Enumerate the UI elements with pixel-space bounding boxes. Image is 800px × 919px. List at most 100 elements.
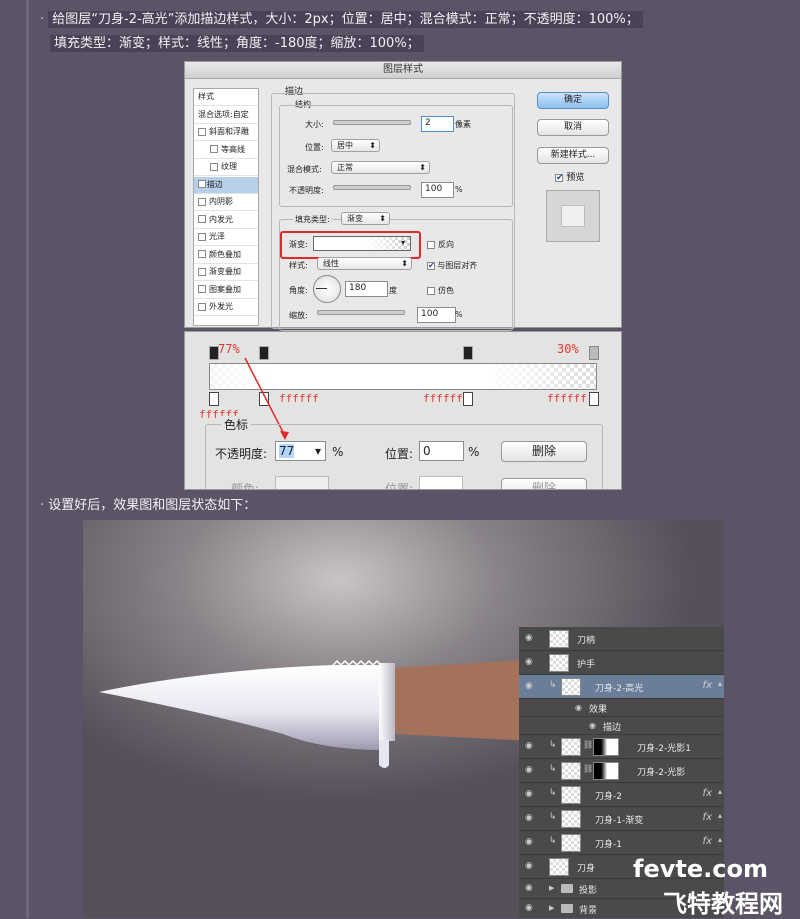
layer-row[interactable]: ◉ 刀柄 [519, 627, 724, 651]
style-list-item[interactable]: 颜色叠加 [194, 247, 258, 264]
layer-row[interactable]: ◉ ↳ ⛓ 刀身-2-光影1 [519, 735, 724, 759]
collapse-arrow-icon[interactable]: ▴ [718, 787, 722, 796]
style-list-item[interactable]: 纹理 [194, 159, 258, 176]
layer-name: 投影 [579, 886, 598, 896]
scale-input[interactable]: 100 [417, 307, 456, 323]
layer-effect-row[interactable]: ◉ 描边 [519, 717, 724, 735]
layer-row[interactable]: ◉ ↳ 刀身-1-渐变 fx ▴ [519, 807, 724, 831]
style-list-label: 颜色叠加 [209, 249, 241, 259]
checkbox-box [198, 197, 206, 206]
opacity-input[interactable]: 100 [421, 182, 454, 198]
left-guide-line [26, 0, 29, 918]
eye-icon[interactable]: ◉ [525, 903, 533, 913]
stop-color-swatch[interactable] [275, 476, 329, 489]
layer-effect-row[interactable]: ◉ 效果 [519, 699, 724, 717]
eye-icon[interactable]: ◉ [525, 883, 533, 893]
eye-icon[interactable]: ◉ [589, 721, 596, 730]
blend-mode-label: 混合模式: [287, 165, 322, 174]
scale-slider[interactable] [317, 310, 405, 315]
ok-button[interactable]: 确定 [537, 92, 609, 109]
eye-icon[interactable]: ◉ [525, 633, 533, 643]
eye-icon[interactable]: ◉ [525, 765, 533, 775]
stop-opacity-percent: % [332, 445, 344, 459]
size-slider[interactable] [333, 120, 411, 125]
style-list-label: 描边 [206, 179, 223, 189]
style-list-item[interactable]: 混合选项:自定 [194, 107, 258, 124]
style-list-item[interactable]: 内阴影 [194, 194, 258, 211]
eye-icon[interactable]: ◉ [525, 861, 533, 871]
layer-name: 背景 [579, 906, 598, 916]
eye-icon[interactable]: ◉ [525, 657, 533, 667]
layer-name: 效果 [589, 705, 608, 715]
layer-row[interactable]: ◉ ↳ 刀身-2-高光 fx ▴ [519, 675, 724, 699]
style-list-item[interactable]: 样式 [194, 89, 258, 106]
layer-thumbnail [561, 786, 581, 804]
dither-checkbox[interactable]: 仿色 [423, 285, 454, 296]
eye-icon[interactable]: ◉ [525, 789, 533, 799]
eye-icon[interactable]: ◉ [525, 813, 533, 823]
preview-checkbox[interactable]: ✔ 预览 [551, 170, 584, 183]
style-list-item[interactable]: 光泽 [194, 229, 258, 246]
instruction-text-2: 填充类型：渐变；样式：线性；角度：-180度；缩放：100%； [50, 35, 424, 52]
eye-icon[interactable]: ◉ [525, 741, 533, 751]
checkbox-box [198, 285, 206, 293]
fx-badge-icon[interactable]: fx [703, 788, 712, 799]
layer-thumbnail [561, 810, 581, 828]
style-list-item[interactable]: 斜面和浮雕 [194, 124, 258, 141]
layer-row[interactable]: ◉ 护手 [519, 651, 724, 675]
fx-badge-icon[interactable]: fx [703, 812, 712, 823]
checkbox-box [198, 180, 206, 188]
layer-row[interactable]: ◉ ↳ ⛓ 刀身-2-光影 [519, 759, 724, 783]
collapse-arrow-icon[interactable]: ▴ [718, 811, 722, 820]
style-list-label: 渐变叠加 [209, 267, 241, 276]
cancel-button[interactable]: 取消 [537, 119, 609, 136]
layer-row[interactable]: ◉ ↳ 刀身-2 fx ▴ [519, 783, 724, 807]
layer-thumbnail [561, 762, 581, 780]
angle-unit: 度 [389, 286, 397, 295]
collapse-arrow-icon[interactable]: ▴ [718, 835, 722, 844]
style-list-item[interactable]: 内发光 [194, 212, 258, 229]
dither-label: 仿色 [438, 286, 454, 295]
fx-badge-icon[interactable]: fx [703, 836, 712, 847]
gradient-swatch[interactable] [313, 236, 411, 251]
bullet-dot: · [40, 12, 45, 27]
size-input[interactable]: 2 [421, 116, 454, 132]
stop-location-input[interactable]: 0 [419, 441, 464, 461]
delete-stop-button[interactable]: 删除 [501, 441, 587, 462]
position-select[interactable]: 居中 ⬍ [331, 139, 380, 152]
style-list-item[interactable]: 外发光 [194, 299, 258, 316]
opacity-slider[interactable] [333, 185, 411, 190]
reverse-checkbox[interactable]: 反向 [423, 239, 454, 250]
layer-name: 刀身-2 [595, 792, 622, 802]
stop-color-location-input[interactable] [419, 476, 463, 489]
eye-icon[interactable]: ◉ [525, 681, 533, 691]
collapse-arrow-icon[interactable]: ▴ [718, 679, 722, 688]
checkbox-box [427, 286, 435, 295]
fx-badge-icon[interactable]: fx [703, 680, 712, 691]
eye-icon[interactable]: ◉ [525, 837, 533, 847]
opacity-label: 不透明度: [289, 186, 324, 195]
style-list-item[interactable]: 图案叠加 [194, 282, 258, 299]
layer-name: 护手 [577, 660, 596, 670]
angle-label: 角度: [289, 286, 308, 295]
stop-opacity-input[interactable]: 77 ▾ [275, 441, 326, 461]
style-list-item[interactable]: 等高线 [194, 142, 258, 159]
fill-type-select[interactable]: 渐变 ⬍ [341, 212, 390, 225]
align-checkbox[interactable]: ✔ 与图层对齐 [423, 260, 477, 271]
style-select[interactable]: 线性 ⬍ [317, 257, 412, 270]
blend-mode-select[interactable]: 正常 ⬍ [331, 161, 430, 174]
gradient-editor: 77% 30% ffffff ffffff ffffff ffffff 色标 不… [184, 331, 622, 490]
angle-dial[interactable] [313, 275, 341, 303]
checkbox-box [198, 215, 206, 223]
dropdown-arrow-icon[interactable]: ▾ [401, 238, 405, 247]
layer-row[interactable]: ◉ ↳ 刀身-1 fx ▴ [519, 831, 724, 855]
expand-arrow-icon[interactable]: ▶ [549, 884, 554, 892]
eye-icon[interactable]: ◉ [575, 703, 582, 712]
new-style-button[interactable]: 新建样式... [537, 147, 609, 164]
style-list-item[interactable]: 渐变叠加 [194, 264, 258, 281]
angle-input[interactable]: 180 [345, 281, 388, 297]
stop-location-percent: % [468, 445, 480, 459]
expand-arrow-icon[interactable]: ▶ [549, 904, 554, 912]
style-list-item[interactable]: ✔描边 [194, 176, 258, 194]
delete-color-stop-button[interactable]: 删除 [501, 478, 587, 489]
